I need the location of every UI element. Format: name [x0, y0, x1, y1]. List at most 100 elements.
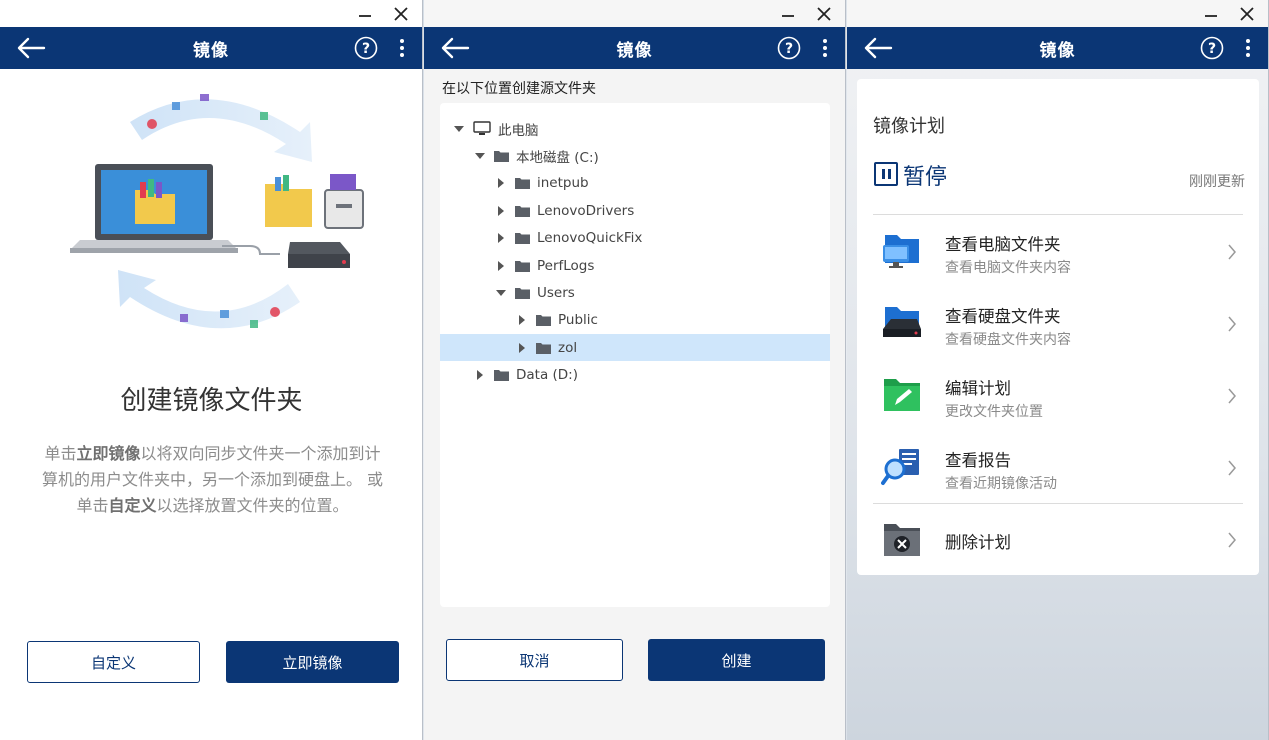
header-title: 镜像	[616, 40, 653, 61]
create-button[interactable]: 创建	[648, 639, 825, 681]
svg-text:?: ?	[362, 41, 370, 57]
tree-item-public[interactable]: Public	[440, 306, 830, 333]
delete-folder-icon	[884, 524, 920, 556]
view-pc-folder-item[interactable]: 查看电脑文件夹 查看电脑文件夹内容	[857, 217, 1259, 287]
report-icon	[881, 449, 919, 485]
more-options-icon[interactable]	[1244, 38, 1252, 58]
pause-icon[interactable]	[874, 162, 898, 186]
edit-plan-item[interactable]: 编辑计划 更改文件夹位置	[857, 361, 1259, 431]
expanded-arrow-icon[interactable]	[496, 288, 506, 298]
app-header: 镜像 ?	[0, 27, 422, 69]
folder-icon	[515, 260, 530, 272]
menu-item-subtitle: 查看硬盘文件夹内容	[945, 332, 1071, 348]
minimize-icon	[1205, 15, 1217, 17]
collapsed-arrow-icon[interactable]	[496, 260, 506, 271]
tree-item-label: 此电脑	[498, 122, 539, 139]
menu-item-title: 编辑计划	[945, 379, 1011, 398]
tree-item-zol[interactable]: zol	[440, 334, 830, 361]
chevron-right-icon	[1228, 244, 1236, 260]
folder-picker-window: 镜像 ? 在以下位置创建源文件夹 此电脑 本地磁盘 (C:) inetpub L…	[424, 0, 846, 740]
folder-icon	[515, 205, 530, 217]
close-icon	[817, 7, 831, 21]
header-title: 镜像	[193, 40, 229, 61]
edit-plan-icon	[884, 379, 920, 411]
tree-item-label: Users	[537, 284, 575, 301]
help-icon[interactable]: ?	[1200, 36, 1224, 60]
tree-item-lenovodrivers[interactable]: LenovoDrivers	[440, 197, 830, 224]
folder-icon	[494, 369, 509, 381]
back-arrow-icon[interactable]	[16, 36, 46, 60]
collapsed-arrow-icon[interactable]	[496, 205, 506, 216]
pc-folder-icon	[883, 235, 919, 268]
more-options-icon[interactable]	[821, 38, 829, 58]
tree-item-inetpub[interactable]: inetpub	[440, 169, 830, 196]
tree-item-label: Data (D:)	[516, 366, 579, 383]
minimize-button[interactable]	[352, 2, 378, 26]
menu-item-subtitle: 查看电脑文件夹内容	[945, 260, 1071, 276]
tree-item-label: LenovoDrivers	[537, 202, 635, 219]
folder-icon	[515, 177, 530, 189]
more-options-icon[interactable]	[398, 38, 406, 58]
plan-status[interactable]: 暂停	[903, 159, 947, 191]
svg-text:?: ?	[785, 41, 793, 57]
chevron-right-icon	[1228, 460, 1236, 476]
menu-item-title: 查看电脑文件夹	[945, 235, 1061, 254]
close-button[interactable]	[388, 2, 414, 26]
menu-item-title: 删除计划	[945, 533, 1011, 552]
help-icon[interactable]: ?	[354, 36, 378, 60]
expanded-arrow-icon[interactable]	[475, 151, 485, 161]
minimize-button[interactable]	[775, 2, 801, 26]
help-icon[interactable]: ?	[777, 36, 801, 60]
folder-icon	[536, 314, 551, 326]
header-title: 镜像	[1039, 40, 1076, 61]
app-header: 镜像 ?	[424, 27, 845, 69]
folder-icon	[515, 232, 530, 244]
drive-folder-icon	[883, 307, 921, 337]
minimize-button[interactable]	[1198, 2, 1224, 26]
collapsed-arrow-icon[interactable]	[475, 369, 485, 380]
close-button[interactable]	[811, 2, 837, 26]
chevron-right-icon	[1228, 388, 1236, 404]
tree-item-this-pc[interactable]: 此电脑	[440, 115, 830, 142]
tree-item-lenovoquickfix[interactable]: LenovoQuickFix	[440, 224, 830, 251]
folder-icon	[515, 287, 530, 299]
back-arrow-icon[interactable]	[440, 36, 470, 60]
delete-plan-item[interactable]: 删除计划	[857, 505, 1259, 575]
mirror-illustration	[70, 94, 364, 329]
menu-item-subtitle: 更改文件夹位置	[945, 404, 1043, 420]
folder-tree: 此电脑 本地磁盘 (C:) inetpub LenovoDrivers Leno…	[440, 103, 830, 607]
plan-title: 镜像计划	[873, 116, 945, 137]
svg-text:?: ?	[1208, 41, 1216, 57]
tree-item-label: Public	[558, 311, 598, 328]
minimize-icon	[782, 15, 794, 17]
intro-heading: 创建镜像文件夹	[120, 386, 303, 416]
collapsed-arrow-icon[interactable]	[496, 177, 506, 188]
title-bar	[847, 0, 1268, 27]
computer-icon	[473, 121, 491, 135]
close-button[interactable]	[1234, 2, 1260, 26]
tree-item-drive-c[interactable]: 本地磁盘 (C:)	[440, 142, 830, 169]
tree-item-perflogs[interactable]: PerfLogs	[440, 252, 830, 279]
plan-card: 镜像计划 暂停 刚刚更新 查看电脑文件夹 查看电脑文件夹内容 查看硬盘文件夹 查…	[857, 79, 1259, 575]
collapsed-arrow-icon[interactable]	[517, 342, 527, 353]
custom-button[interactable]: 自定义	[27, 641, 200, 683]
tree-item-label: 本地磁盘 (C:)	[516, 149, 599, 166]
cancel-button[interactable]: 取消	[446, 639, 623, 681]
view-drive-folder-item[interactable]: 查看硬盘文件夹 查看硬盘文件夹内容	[857, 289, 1259, 359]
tree-item-label: inetpub	[537, 174, 589, 191]
mirror-now-button[interactable]: 立即镜像	[226, 641, 399, 683]
back-arrow-icon[interactable]	[863, 36, 893, 60]
location-label: 在以下位置创建源文件夹	[442, 81, 596, 97]
menu-item-title: 查看报告	[945, 451, 1011, 470]
tree-item-users[interactable]: Users	[440, 279, 830, 306]
expanded-arrow-icon[interactable]	[454, 124, 464, 134]
mirror-intro-window: 镜像 ? 创建镜像文件夹 单击立即镜像以将双向同步文件夹一个添加到计算机的用户文…	[0, 0, 423, 740]
folder-icon	[494, 150, 509, 162]
collapsed-arrow-icon[interactable]	[517, 314, 527, 325]
collapsed-arrow-icon[interactable]	[496, 232, 506, 243]
view-report-item[interactable]: 查看报告 查看近期镜像活动	[857, 433, 1259, 503]
title-bar	[424, 0, 845, 27]
app-header: 镜像 ?	[847, 27, 1268, 69]
tree-item-drive-d[interactable]: Data (D:)	[440, 361, 830, 388]
close-icon	[394, 7, 408, 21]
